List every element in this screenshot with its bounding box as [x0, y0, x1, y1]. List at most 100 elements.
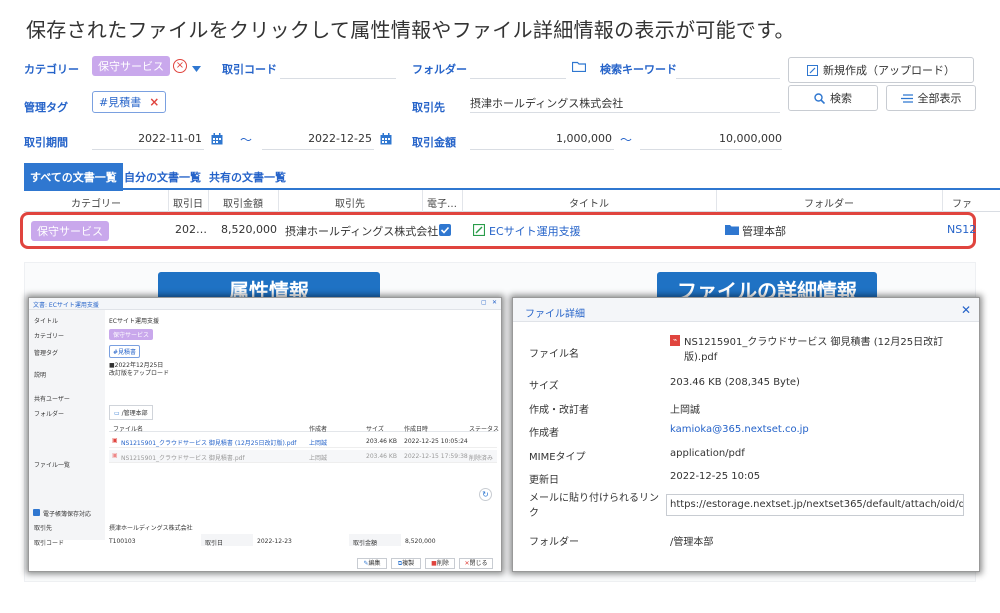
edit-icon[interactable]	[473, 224, 485, 236]
file-name-link[interactable]: NS1215901_クラウドサービス 御見積書.pdf	[121, 453, 245, 462]
detail-author-email-link[interactable]: kamioka@365.nextset.co.jp	[670, 424, 809, 435]
folder-icon[interactable]	[572, 61, 586, 72]
remove-tag-icon[interactable]: ×	[149, 95, 159, 109]
file-date: 2022-12-25 10:05:24	[404, 438, 468, 445]
date-to-input[interactable]: 2022-12-25	[262, 126, 374, 150]
duplicate-button-label: 複製	[402, 560, 415, 567]
close-button[interactable]: ✕閉じる	[459, 558, 493, 569]
detail-author-label: 作成者	[529, 428, 559, 439]
col-partner[interactable]: 取引先	[278, 195, 422, 210]
col-file[interactable]: ファ	[952, 195, 972, 210]
calendar-icon[interactable]	[380, 133, 392, 145]
tab-all-documents[interactable]: すべての文書一覧	[24, 163, 123, 191]
keyword-input[interactable]	[676, 55, 780, 79]
file-col-size: サイズ	[366, 426, 384, 433]
row-title-link[interactable]: ECサイト運用支援	[489, 223, 581, 239]
tag-label: 管理タグ	[24, 101, 68, 114]
col-date[interactable]: 取引日	[168, 195, 208, 210]
checkbox-checked-icon[interactable]	[439, 224, 451, 236]
search-button-label: 検索	[830, 92, 852, 105]
checkbox-checked-icon[interactable]	[33, 509, 40, 516]
attr-folder-value[interactable]: ▭ /管理本部	[109, 405, 153, 420]
file-detail-panel: ファイル詳細 ✕ ファイル名 ⌁ NS1215901_クラウドサービス 御見積書…	[512, 297, 980, 572]
pdf-icon: ▣	[112, 437, 118, 444]
new-upload-button[interactable]: 新規作成（アップロード）	[788, 57, 974, 83]
table-row[interactable]: ▣ NS1215901_クラウドサービス 御見積書 (12月25日改訂版).pd…	[109, 435, 497, 448]
pdf-icon: ▣	[112, 452, 118, 459]
detail-filename-label: ファイル名	[529, 349, 579, 360]
tag-chip-label: #見積書	[99, 96, 142, 109]
tab-my-documents[interactable]: 自分の文書一覧	[124, 169, 201, 185]
range-tilde: 〜	[620, 133, 633, 147]
detail-mime-value: application/pdf	[670, 448, 745, 459]
attr-title-label: タイトル	[34, 318, 59, 325]
tab-shared-documents[interactable]: 共有の文書一覧	[209, 169, 286, 185]
partner-input[interactable]: 摂津ホールディングス株式会社	[470, 89, 780, 113]
amount-to-value: 10,000,000	[719, 132, 782, 145]
tag-chip[interactable]: #見積書 ×	[92, 91, 167, 113]
file-col-name: ファイル名	[113, 426, 144, 433]
attr-shared-label: 共有ユーザー	[34, 396, 70, 403]
delete-button[interactable]: ■削除	[425, 558, 455, 569]
refresh-icon[interactable]: ↻	[479, 488, 492, 501]
duplicate-button[interactable]: ⧉複製	[391, 558, 421, 569]
partner-value: 摂津ホールディングス株式会社	[470, 97, 624, 110]
row-file-link[interactable]: NS12	[947, 223, 976, 236]
date-to-value: 2022-12-25	[308, 132, 372, 145]
detail-size-label: サイズ	[529, 381, 559, 392]
col-electronic[interactable]: 電子…	[422, 195, 462, 210]
pdf-icon: ⌁	[670, 335, 680, 346]
col-amount[interactable]: 取引金額	[208, 195, 278, 210]
detail-link-label: メールに貼り付けられるリンク	[529, 493, 659, 519]
col-category[interactable]: カテゴリー	[24, 195, 168, 210]
amount-to-input[interactable]: 10,000,000	[640, 126, 782, 150]
detail-link-input[interactable]: https://estorage.nextset.jp/nextset365/d…	[666, 494, 964, 516]
search-button[interactable]: 検索	[788, 85, 878, 111]
attr-partner-value: 摂津ホールディングス株式会社	[109, 525, 193, 532]
attr-code-value: T100103	[109, 538, 136, 545]
attr-category-label: カテゴリー	[34, 333, 65, 340]
table-row[interactable]: 保守サービス 202… 8,520,000 摂津ホールディングス株式会社 ECサ…	[20, 212, 976, 249]
file-author: 上岡誠	[309, 440, 328, 447]
calendar-icon[interactable]	[211, 133, 223, 145]
attr-amount-value: 8,520,000	[405, 538, 436, 545]
attr-ecomm-label: 電子帳簿保存対応	[43, 511, 92, 518]
amount-from-value: 1,000,000	[556, 132, 612, 145]
search-icon	[814, 92, 825, 104]
folder-input[interactable]	[470, 55, 566, 79]
detail-reviser-value: 上岡誠	[670, 405, 700, 416]
attr-category-chip: 保守サービス	[109, 329, 154, 340]
table-row[interactable]: ▣ NS1215901_クラウドサービス 御見積書.pdf 上岡誠 203.46…	[109, 450, 497, 463]
folder-icon	[725, 225, 739, 235]
show-all-button[interactable]: 全部表示	[886, 85, 976, 111]
edit-button-label: 編集	[368, 560, 381, 567]
file-col-author: 作成者	[309, 426, 328, 433]
attributes-panel: 文書: ECサイト運用支援 ▢ ✕ タイトル ECサイト運用支援 カテゴリー 保…	[28, 297, 502, 572]
partner-label: 取引先	[412, 101, 445, 114]
edit-button[interactable]: ✎編集	[357, 558, 387, 569]
folder-label: フォルダー	[412, 63, 467, 76]
new-upload-label: 新規作成（アップロード）	[823, 64, 955, 77]
close-icon[interactable]: ✕	[961, 303, 971, 317]
close-icon[interactable]: ✕	[492, 299, 497, 306]
col-folder[interactable]: フォルダー	[716, 195, 942, 210]
maximize-icon[interactable]: ▢	[481, 299, 487, 306]
amount-from-input[interactable]: 1,000,000	[470, 126, 614, 150]
code-input[interactable]	[280, 55, 396, 79]
attr-desc-label: 説明	[34, 372, 47, 379]
close-icon[interactable]: ×	[173, 59, 187, 73]
date-from-input[interactable]: 2022-11-01	[92, 126, 204, 150]
detail-link-value: https://estorage.nextset.jp/nextset365/d…	[670, 499, 964, 510]
col-title[interactable]: タイトル	[462, 195, 716, 210]
file-size: 203.46 KB	[366, 453, 397, 460]
detail-size-value: 203.46 KB (208,345 Byte)	[670, 377, 800, 388]
list-icon	[900, 93, 913, 103]
category-chip[interactable]: 保守サービス ×	[92, 56, 187, 76]
file-name-link[interactable]: NS1215901_クラウドサービス 御見積書 (12月25日改訂版).pdf	[121, 438, 296, 447]
chevron-down-icon[interactable]	[192, 66, 201, 72]
delete-button-label: 削除	[436, 560, 449, 567]
detail-updated-value: 2022-12-25 10:05	[670, 471, 761, 482]
row-partner: 摂津ホールディングス株式会社	[285, 225, 439, 238]
code-label: 取引コード	[222, 63, 277, 76]
file-col-date: 作成日時	[404, 426, 429, 433]
